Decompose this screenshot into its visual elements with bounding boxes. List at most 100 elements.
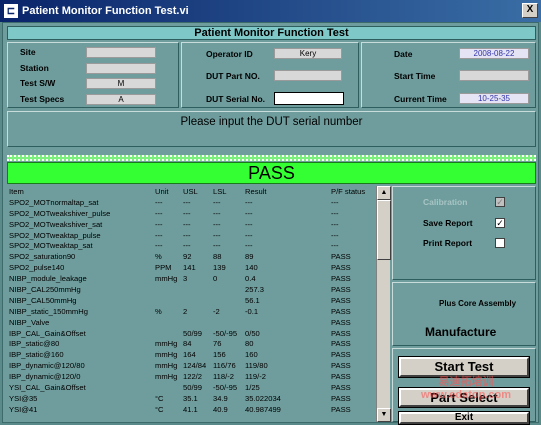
date-label: Date xyxy=(394,49,413,59)
table-cell: --- xyxy=(183,197,191,207)
table-cell: --- xyxy=(213,230,221,240)
column-header-usl: USL xyxy=(183,186,198,196)
table-cell: 35.022034 xyxy=(245,393,281,403)
start-test-button[interactable]: Start Test xyxy=(398,356,530,378)
table-row: IBP_static@160 mmHg 164 156 160 PASS xyxy=(7,349,375,360)
table-row: SPO2_MOTweakshiver_pulse --- --- --- --- --- xyxy=(7,208,375,219)
table-cell: 0.4 xyxy=(245,274,256,284)
table-cell: PASS xyxy=(331,404,351,414)
manufacture-label: Manufacture xyxy=(425,325,497,339)
current-time-label: Current Time xyxy=(394,94,447,104)
table-row: NIBP_module_leakage mmHg 3 0 0.4 PASS xyxy=(7,273,375,284)
calibration-label: Calibration xyxy=(423,197,468,207)
table-cell: IBP_static@80 xyxy=(9,339,60,349)
table-cell xyxy=(243,317,329,328)
table-cell: --- xyxy=(213,241,221,251)
table-cell: PASS xyxy=(331,361,351,371)
table-cell: SPO2_saturation90 xyxy=(9,252,76,262)
column-header-pf-status: P/F status xyxy=(331,186,366,196)
scroll-up-icon[interactable]: ▲ xyxy=(377,186,391,200)
table-cell: 34.9 xyxy=(213,393,228,403)
save-report-checkbox[interactable]: ✓ xyxy=(495,218,505,228)
scroll-down-icon[interactable]: ▼ xyxy=(377,408,391,422)
table-cell: 0/50 xyxy=(245,328,260,338)
column-header-item: Item xyxy=(9,186,24,196)
close-button[interactable]: X xyxy=(522,3,538,18)
table-cell: --- xyxy=(155,230,163,240)
station-label: Station xyxy=(20,63,49,73)
exit-button[interactable]: Exit xyxy=(398,411,530,425)
table-cell: PASS xyxy=(331,328,351,338)
progress-indicator xyxy=(7,155,536,161)
table-cell: PASS xyxy=(331,339,351,349)
table-cell: -50/-95 xyxy=(213,328,238,338)
table-cell xyxy=(181,284,211,295)
dut-serial-input[interactable] xyxy=(274,92,344,105)
dut-part-field[interactable] xyxy=(274,70,342,81)
table-cell: PASS xyxy=(331,317,351,327)
table-cell: PASS xyxy=(331,350,351,360)
save-report-label: Save Report xyxy=(423,218,473,228)
table-cell: SPO2_MOTweakshiver_pulse xyxy=(9,208,111,218)
date-field: 2008-08-22 xyxy=(459,48,529,59)
results-table: Item Unit USL LSL Result P/F status SPO2… xyxy=(7,186,375,415)
actions-panel: Start Test Part Select Exit xyxy=(392,348,536,425)
site-label: Site xyxy=(20,47,36,57)
start-time-field xyxy=(459,70,529,81)
table-cell: 40.9 xyxy=(213,404,228,414)
table-cell xyxy=(153,382,181,393)
table-cell xyxy=(211,295,243,306)
table-cell: PASS xyxy=(331,382,351,392)
table-cell: --- xyxy=(155,208,163,218)
table-cell: YSI_CAL_Gain&Offset xyxy=(9,382,86,392)
table-cell: --- xyxy=(213,208,221,218)
table-cell: 156 xyxy=(213,350,226,360)
table-cell: 80 xyxy=(245,339,254,349)
table-cell: --- xyxy=(331,241,339,251)
window-title: Patient Monitor Function Test.vi xyxy=(22,5,189,17)
table-cell: °C xyxy=(155,404,164,414)
product-panel: Plus Core Assembly Manufacture xyxy=(392,282,536,346)
table-cell: --- xyxy=(183,230,191,240)
station-field xyxy=(86,63,156,74)
table-cell: 56.1 xyxy=(245,295,260,305)
table-cell: --- xyxy=(245,241,253,251)
table-cell: --- xyxy=(331,219,339,229)
table-cell: PASS xyxy=(331,295,351,305)
table-cell: 50/99 xyxy=(183,328,203,338)
operator-id-field[interactable]: Kery xyxy=(274,48,342,59)
table-cell xyxy=(153,284,181,295)
table-cell: 76 xyxy=(213,339,222,349)
station-info-panel: Site Station Test S/W M Test Specs A xyxy=(7,42,179,108)
table-cell: -50/-95 xyxy=(213,382,238,392)
table-row: IBP_dynamic@120/0 mmHg 122/2 118/-2 119/-2 PA… xyxy=(7,371,375,382)
column-header-unit: Unit xyxy=(155,186,169,196)
scroll-thumb[interactable] xyxy=(377,200,391,260)
table-cell: mmHg xyxy=(155,372,178,382)
table-scrollbar[interactable]: ▲ ▼ xyxy=(376,186,391,422)
table-row: YSI_CAL_Gain&Offset 50/99 -50/-95 1/25 PASS xyxy=(7,382,375,393)
table-cell: 88 xyxy=(213,252,222,262)
table-cell: PASS xyxy=(331,372,351,382)
print-report-label: Print Report xyxy=(423,238,473,248)
table-cell: YSI@35 xyxy=(9,393,38,403)
table-cell: --- xyxy=(155,241,163,251)
table-cell: --- xyxy=(155,219,163,229)
table-row: YSI@35 °C 35.1 34.9 35.022034 PASS xyxy=(7,393,375,404)
table-cell: mmHg xyxy=(155,274,178,284)
table-cell: IBP_static@160 xyxy=(9,350,64,360)
table-cell: PASS xyxy=(331,306,351,316)
part-select-button[interactable]: Part Select xyxy=(398,387,530,408)
table-cell: 257.3 xyxy=(245,284,265,294)
test-sw-label: Test S/W xyxy=(20,78,56,88)
table-cell: 160 xyxy=(245,350,258,360)
table-cell: 50/99 xyxy=(183,382,203,392)
dut-serial-label: DUT Serial No. xyxy=(206,94,266,104)
table-cell: -0.1 xyxy=(245,306,259,316)
print-report-checkbox[interactable] xyxy=(495,238,505,248)
table-cell: % xyxy=(155,306,162,316)
table-cell: --- xyxy=(183,241,191,251)
site-field xyxy=(86,47,156,58)
title-bar: ⊏ Patient Monitor Function Test.vi X xyxy=(0,0,541,22)
table-cell xyxy=(211,317,243,328)
